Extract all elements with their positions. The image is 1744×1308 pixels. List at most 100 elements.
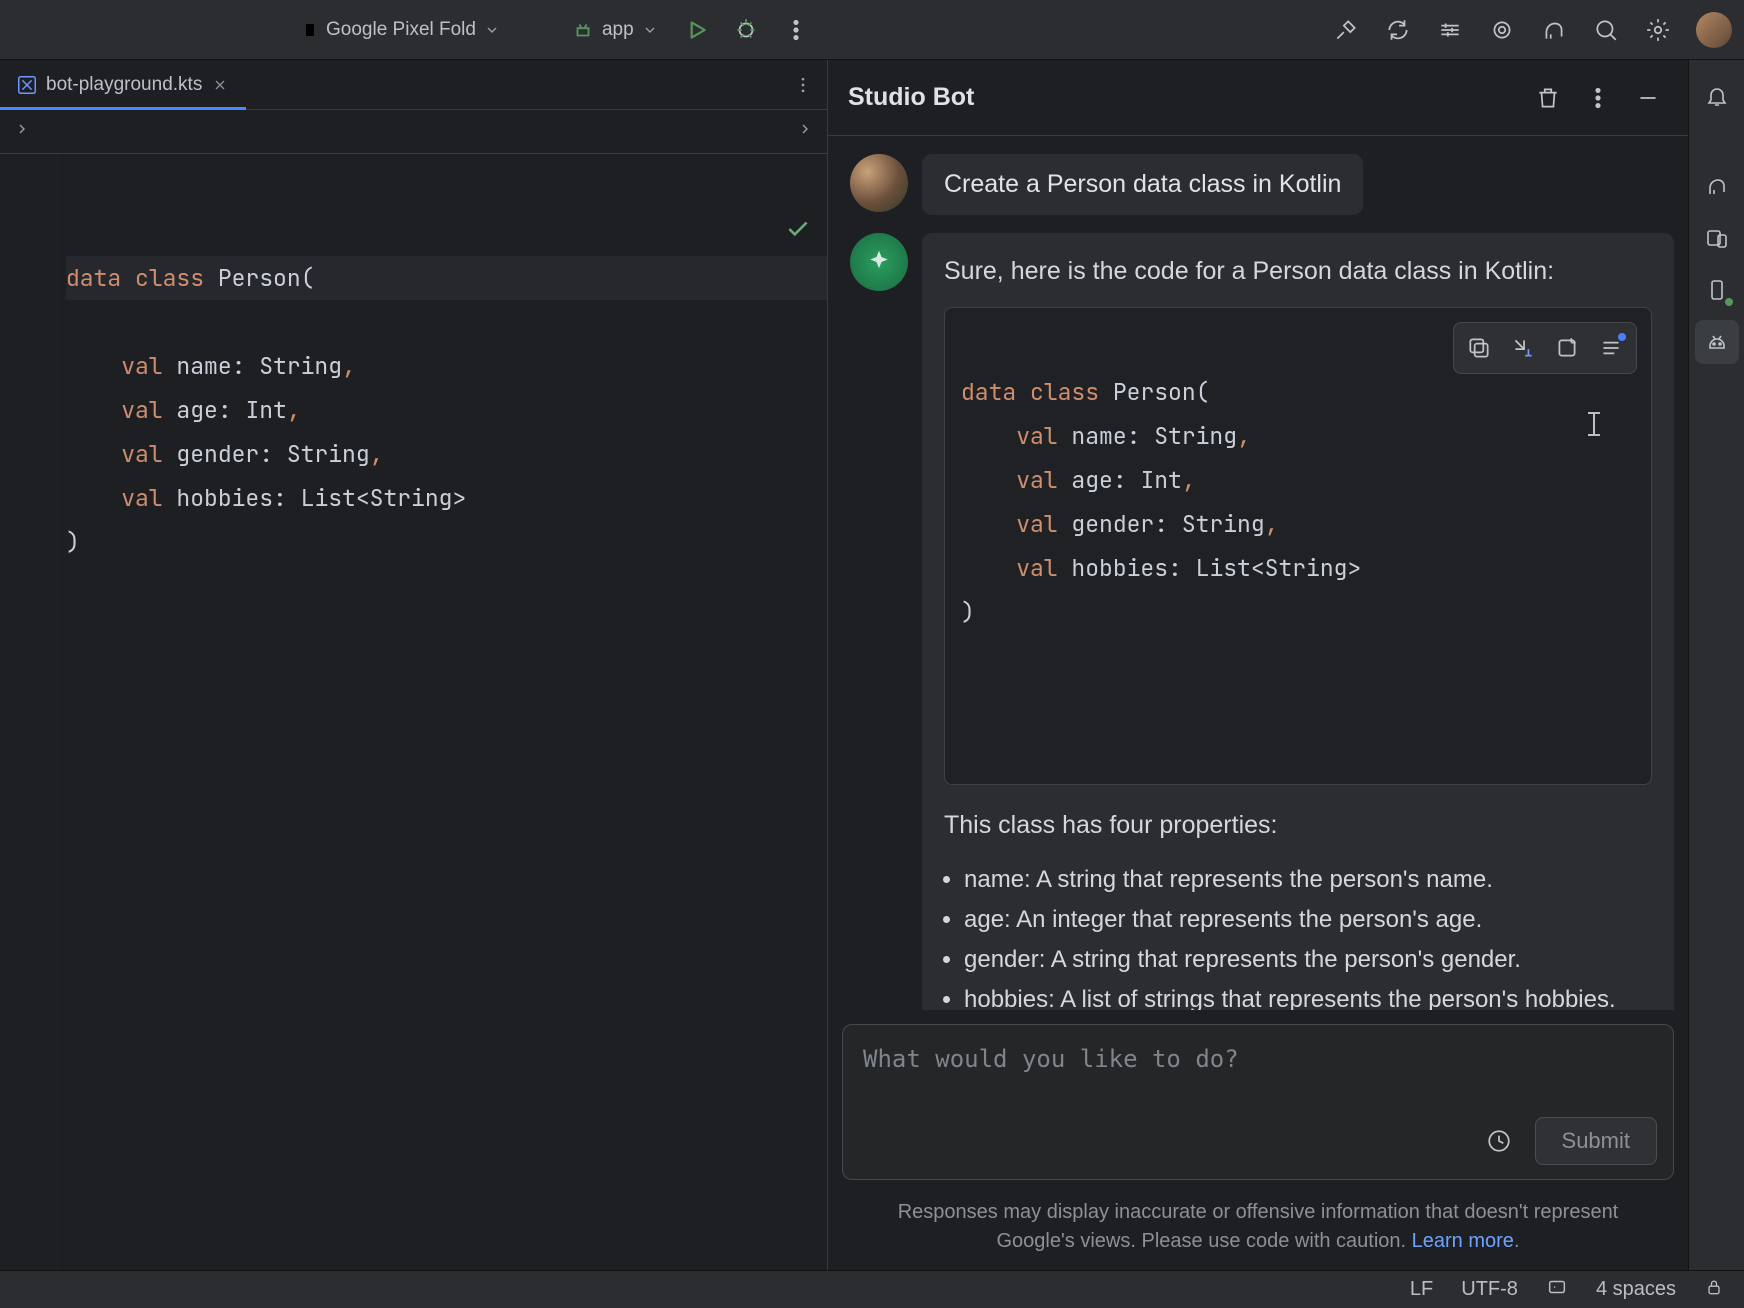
submit-button[interactable]: Submit: [1535, 1117, 1657, 1165]
chat-input[interactable]: [843, 1025, 1673, 1107]
studio-bot-pane: Studio Bot Create a Person data class in…: [828, 60, 1688, 1270]
gradle-button[interactable]: [1695, 164, 1739, 208]
user-avatar-small: [850, 154, 908, 212]
run-config-name: app: [602, 19, 634, 41]
status-dot: [1725, 298, 1733, 306]
more-vertical-icon: [1585, 85, 1611, 111]
right-tool-rail: [1688, 60, 1744, 1270]
bot-avatar: [850, 233, 908, 291]
user-message-text: Create a Person data class in Kotlin: [922, 154, 1363, 215]
minimize-icon: [1635, 85, 1661, 111]
code-editor[interactable]: data class Person( val name: String, val…: [0, 154, 827, 1270]
more-vertical-icon: [783, 17, 809, 43]
sync-icon: [1385, 17, 1411, 43]
history-button[interactable]: [1477, 1119, 1521, 1163]
user-avatar[interactable]: [1696, 12, 1732, 48]
new-file-icon: [1554, 335, 1580, 361]
search-button[interactable]: [1584, 8, 1628, 52]
insert-cursor-icon: [1510, 335, 1536, 361]
device-selector[interactable]: Google Pixel Fold: [292, 10, 510, 50]
sync-button[interactable]: [1376, 8, 1420, 52]
device-name: Google Pixel Fold: [326, 19, 476, 41]
copy-code-button[interactable]: [1458, 327, 1500, 369]
bot-title: Studio Bot: [848, 83, 974, 112]
open-new-file-button[interactable]: [1546, 327, 1588, 369]
gear-icon: [1645, 17, 1671, 43]
explain-code-button[interactable]: [1590, 327, 1632, 369]
inspect-icon: [1489, 17, 1515, 43]
tab-filename: bot-playground.kts: [46, 74, 202, 96]
device-icon: [302, 22, 318, 38]
running-devices-button[interactable]: [1695, 268, 1739, 312]
studio-bot-rail-button[interactable]: [1695, 320, 1739, 364]
code-toolbar: [1453, 322, 1637, 374]
bot-conversation: Create a Person data class in Kotlin Sur…: [828, 136, 1688, 1010]
more-actions-button[interactable]: [774, 8, 818, 52]
tab-close-button[interactable]: [210, 75, 230, 95]
layout-inspector-button[interactable]: [1532, 8, 1576, 52]
bot-header: Studio Bot: [828, 60, 1688, 136]
settings-button[interactable]: [1636, 8, 1680, 52]
indent-setting[interactable]: 4 spaces: [1596, 1278, 1676, 1301]
bot-after-code-text: This class has four properties:: [944, 807, 1652, 843]
bot-message: Sure, here is the code for a Person data…: [842, 233, 1674, 1010]
profiler-button[interactable]: [1428, 8, 1472, 52]
phone-icon: [1705, 278, 1729, 302]
copy-icon: [1466, 335, 1492, 361]
breadcrumb-expand[interactable]: [14, 121, 30, 143]
device-manager-button[interactable]: [1695, 216, 1739, 260]
inspection-ok-icon[interactable]: [619, 168, 811, 300]
learn-more-link[interactable]: Learn more: [1412, 1230, 1514, 1252]
list-item: name: A string that represents the perso…: [964, 862, 1652, 898]
app-root: Google Pixel Fold app: [0, 0, 1744, 1308]
play-icon: [683, 17, 709, 43]
file-encoding[interactable]: UTF-8: [1461, 1278, 1518, 1301]
bot-code-block: data class Person( val name: String, val…: [944, 307, 1652, 785]
clock-icon: [1486, 1128, 1512, 1154]
editor-tab[interactable]: bot-playground.kts: [0, 60, 246, 109]
insert-at-cursor-button[interactable]: [1502, 327, 1544, 369]
clear-chat-button[interactable]: [1528, 78, 1568, 118]
code-content: data class Person( val name: String, val…: [58, 154, 827, 1270]
list-item: age: An integer that represents the pers…: [964, 902, 1652, 938]
bug-icon: [733, 17, 759, 43]
minimize-bot-button[interactable]: [1628, 78, 1668, 118]
text-cursor-icon: [1593, 412, 1595, 436]
app-inspection-button[interactable]: [1480, 8, 1524, 52]
list-item: hobbies: A list of strings that represen…: [964, 982, 1652, 1011]
bot-options-button[interactable]: [1578, 78, 1618, 118]
profiler-icon: [1437, 17, 1463, 43]
trash-icon: [1535, 85, 1561, 111]
bell-icon: [1705, 84, 1729, 108]
chevron-right-icon: [14, 121, 30, 137]
debug-button[interactable]: [724, 8, 768, 52]
editor-tabs: bot-playground.kts: [0, 60, 827, 110]
run-button[interactable]: [674, 8, 718, 52]
status-icon-1[interactable]: [1546, 1276, 1568, 1304]
search-icon: [1593, 17, 1619, 43]
elephant-icon: [1541, 17, 1567, 43]
editor-tab-options[interactable]: [779, 60, 827, 109]
lock-icon: [1704, 1277, 1724, 1297]
bot-response: Sure, here is the code for a Person data…: [922, 233, 1674, 1010]
breadcrumb-bar: [0, 110, 827, 154]
breadcrumb-collapse[interactable]: [797, 121, 813, 143]
user-message: Create a Person data class in Kotlin: [842, 154, 1674, 215]
list-item: gender: A string that represents the per…: [964, 942, 1652, 978]
editor-pane: bot-playground.kts: [0, 60, 828, 1270]
status-bar: LF UTF-8 4 spaces: [0, 1270, 1744, 1308]
readonly-toggle[interactable]: [1704, 1277, 1724, 1303]
disclaimer-text: Responses may display inaccurate or offe…: [828, 1194, 1688, 1270]
notifications-button[interactable]: [1695, 74, 1739, 118]
main-area: bot-playground.kts: [0, 60, 1744, 1270]
chevron-down-icon: [642, 22, 658, 38]
badge-dot: [1618, 333, 1626, 341]
android-head-icon: [1705, 330, 1729, 354]
chevron-right-icon: [797, 121, 813, 137]
run-config-selector[interactable]: app: [562, 10, 668, 50]
rect-icon: [1546, 1276, 1568, 1298]
chevron-down-icon: [484, 22, 500, 38]
android-icon: [572, 19, 594, 41]
build-button[interactable]: [1324, 8, 1368, 52]
line-ending[interactable]: LF: [1410, 1278, 1433, 1301]
